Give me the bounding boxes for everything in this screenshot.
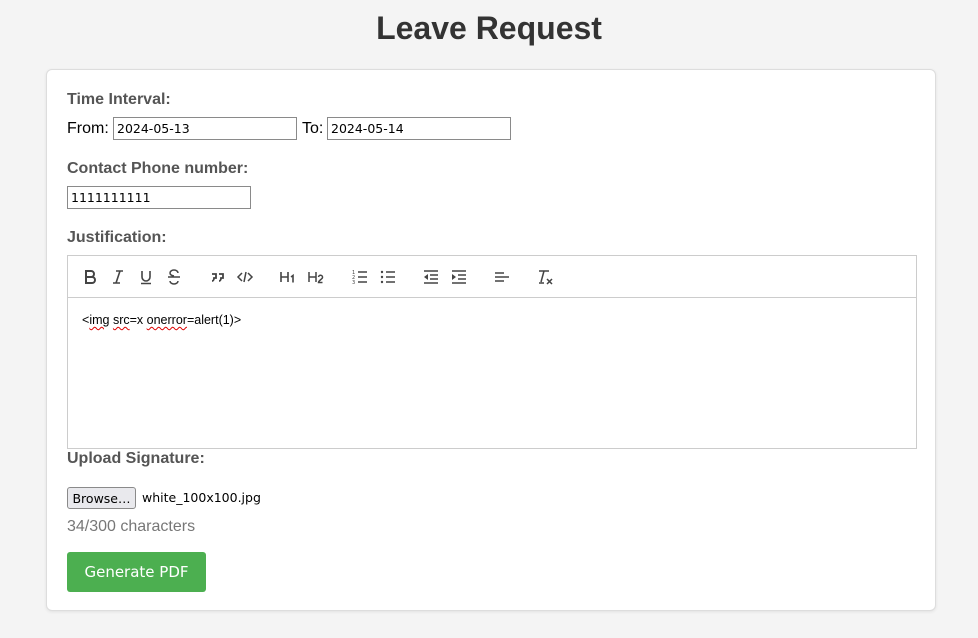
content-part: =x (129, 313, 147, 327)
to-label: To: (302, 120, 324, 137)
spellcheck-word: src (112, 313, 130, 327)
time-interval-label: Time Interval: (67, 91, 171, 108)
align-left-icon[interactable] (492, 267, 512, 287)
phone-label: Contact Phone number: (67, 160, 249, 177)
signature-label: Upload Signature: (67, 450, 205, 467)
rich-text-editor: 123 <img src=x onerror=alert(1)> (67, 255, 917, 449)
justification-label: Justification: (67, 229, 167, 246)
heading-1-icon[interactable] (278, 267, 298, 287)
code-icon[interactable] (235, 267, 255, 287)
ordered-list-icon[interactable]: 123 (350, 267, 370, 287)
spellcheck-word: img (89, 313, 110, 327)
character-count: 34/300 characters (67, 518, 196, 535)
clear-format-icon[interactable] (535, 267, 555, 287)
bold-icon[interactable] (80, 267, 100, 287)
editor-toolbar: 123 (68, 256, 916, 298)
page-title: Leave Request (376, 10, 602, 46)
underline-icon[interactable] (136, 267, 156, 287)
bullet-list-icon[interactable] (378, 267, 398, 287)
generate-pdf-button[interactable]: Generate PDF (67, 552, 206, 592)
leave-request-form: Time Interval: From: To: Contact Phone n… (46, 69, 936, 611)
from-label: From: (67, 120, 109, 137)
phone-input[interactable] (67, 186, 251, 209)
from-date-input[interactable] (113, 117, 297, 140)
to-date-input[interactable] (327, 117, 511, 140)
spellcheck-word: onerror (146, 313, 187, 327)
svg-text:3: 3 (352, 280, 355, 286)
selected-file-name: white_100x100.jpg (142, 490, 261, 505)
outdent-icon[interactable] (421, 267, 441, 287)
strikethrough-icon[interactable] (164, 267, 184, 287)
italic-icon[interactable] (108, 267, 128, 287)
heading-2-icon[interactable] (306, 267, 326, 287)
editor-content[interactable]: <img src=x onerror=alert(1)> (82, 313, 241, 327)
browse-button[interactable]: Browse… (67, 487, 136, 509)
indent-icon[interactable] (449, 267, 469, 287)
blockquote-icon[interactable] (208, 267, 228, 287)
content-part: =alert(1)> (186, 313, 242, 327)
